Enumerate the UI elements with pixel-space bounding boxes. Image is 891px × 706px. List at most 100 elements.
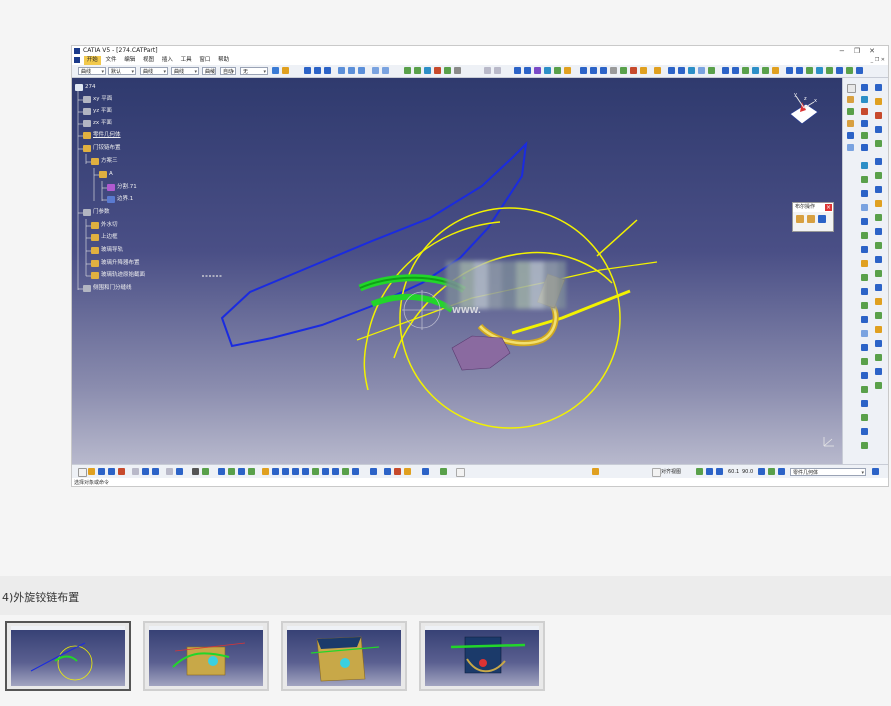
maximize-button[interactable]: ❐: [854, 47, 869, 55]
rect-pattern-icon[interactable]: [861, 358, 868, 365]
material-icon[interactable]: [742, 67, 749, 74]
intersect-icon[interactable]: [818, 215, 826, 223]
parallel-curve-icon[interactable]: [875, 228, 882, 235]
rotate-view-icon[interactable]: [282, 468, 289, 475]
analysis-icon[interactable]: [708, 67, 715, 74]
normal-view-icon[interactable]: [312, 468, 319, 475]
slot-icon[interactable]: [861, 162, 868, 169]
cut-icon[interactable]: [118, 468, 125, 475]
fillet-icon[interactable]: [554, 67, 561, 74]
coordinates-icon[interactable]: [384, 468, 391, 475]
user-pattern-icon[interactable]: [861, 386, 868, 393]
check-icon[interactable]: [816, 67, 823, 74]
arc-icon[interactable]: [382, 67, 389, 74]
shaft-icon[interactable]: [861, 108, 868, 115]
pocket-icon[interactable]: [861, 96, 868, 103]
snap-view-checkbox[interactable]: [652, 468, 661, 477]
save-icon[interactable]: [98, 468, 105, 475]
point-icon[interactable]: [304, 67, 311, 74]
menu-file[interactable]: 文件: [103, 56, 120, 65]
intersection-icon[interactable]: [875, 326, 882, 333]
mirror-icon[interactable]: [861, 344, 868, 351]
table-icon[interactable]: [836, 67, 843, 74]
extrude-icon[interactable]: [338, 67, 345, 74]
layer-filter-icon[interactable]: [768, 468, 775, 475]
measure-item-icon[interactable]: [875, 98, 882, 105]
mode-combo[interactable]: 自动: [220, 67, 236, 76]
measure-inertia-icon[interactable]: [875, 112, 882, 119]
thickness-icon[interactable]: [861, 260, 868, 267]
split-solid-icon[interactable]: [861, 288, 868, 295]
knowledge-icon[interactable]: [786, 67, 793, 74]
minimize-button[interactable]: −: [839, 47, 854, 55]
wireframe-icon[interactable]: [847, 132, 854, 139]
sew-icon[interactable]: [861, 330, 868, 337]
chart-icon[interactable]: [440, 468, 447, 475]
fill-icon[interactable]: [414, 67, 421, 74]
close-surface-icon[interactable]: [861, 316, 868, 323]
menu-help[interactable]: 帮助: [215, 56, 232, 65]
rule-icon[interactable]: [806, 67, 813, 74]
curvature-icon[interactable]: [875, 140, 882, 147]
paste-icon[interactable]: [142, 468, 149, 475]
circ-pattern-icon[interactable]: [861, 372, 868, 379]
blend-icon[interactable]: [434, 67, 441, 74]
healing-icon[interactable]: [875, 172, 882, 179]
pan-icon[interactable]: [272, 468, 279, 475]
trim-icon[interactable]: [524, 67, 531, 74]
zoom-out-icon[interactable]: [302, 468, 309, 475]
combine-icon[interactable]: [875, 298, 882, 305]
menu-view[interactable]: 视图: [140, 56, 157, 65]
multi-view-icon[interactable]: [322, 468, 329, 475]
shell-icon[interactable]: [861, 246, 868, 253]
boolean-panel-close-button[interactable]: ×: [825, 204, 832, 211]
spiral-icon[interactable]: [875, 270, 882, 277]
redo-icon[interactable]: [494, 67, 501, 74]
bulb-icon[interactable]: [404, 468, 411, 475]
print-icon[interactable]: [108, 468, 115, 475]
shading-edges-icon[interactable]: [342, 468, 349, 475]
thumbnail-2[interactable]: [143, 621, 269, 691]
chamfer-icon[interactable]: [564, 67, 571, 74]
grid-icon[interactable]: [668, 67, 675, 74]
constraint-icon[interactable]: [861, 428, 868, 435]
rib-icon[interactable]: [861, 144, 868, 151]
lineweight-combo[interactable]: 曲线: [171, 67, 199, 76]
zoom-in-icon[interactable]: [292, 468, 299, 475]
spline-icon[interactable]: [875, 242, 882, 249]
edge-fillet-icon[interactable]: [861, 218, 868, 225]
reflect-line-icon[interactable]: [875, 312, 882, 319]
thick-surface-icon[interactable]: [861, 302, 868, 309]
thumbnail-1[interactable]: [5, 621, 131, 691]
formula-fx-icon[interactable]: [192, 468, 199, 475]
scale-icon[interactable]: [610, 67, 617, 74]
shading-icon[interactable]: [732, 67, 739, 74]
paint-icon[interactable]: [272, 67, 279, 74]
plane-icon[interactable]: [324, 67, 331, 74]
point-combo[interactable]: 曲线: [202, 67, 216, 76]
rotate-icon[interactable]: [590, 67, 597, 74]
law-icon[interactable]: [846, 67, 853, 74]
sphere-icon[interactable]: [358, 67, 365, 74]
pattern-icon[interactable]: [640, 67, 647, 74]
close-button[interactable]: ✕: [869, 47, 884, 55]
redo-bottom-icon[interactable]: [166, 468, 173, 475]
hide-show-icon[interactable]: [352, 468, 359, 475]
hole-icon[interactable]: [861, 132, 868, 139]
stiffener-icon[interactable]: [861, 176, 868, 183]
offset-icon[interactable]: [444, 67, 451, 74]
measure-between-icon[interactable]: [875, 84, 882, 91]
apply-material-icon[interactable]: [861, 442, 868, 449]
swap-space-icon[interactable]: [370, 468, 377, 475]
split-icon[interactable]: [514, 67, 521, 74]
filter-combo[interactable]: 无: [240, 67, 268, 76]
join-surface-icon[interactable]: [875, 158, 882, 165]
menu-window[interactable]: 窗口: [196, 56, 213, 65]
draft-analysis-icon[interactable]: [875, 126, 882, 133]
camera-icon[interactable]: [762, 67, 769, 74]
corner-icon[interactable]: [875, 354, 882, 361]
formula-icon[interactable]: [796, 67, 803, 74]
untrim-icon[interactable]: [875, 186, 882, 193]
3d-viewport[interactable]: 274 xy 平面 yz 平面 zx 平面 零件几何体 门铰链布置 方案三 A …: [72, 78, 842, 464]
surface-icon[interactable]: [847, 108, 854, 115]
